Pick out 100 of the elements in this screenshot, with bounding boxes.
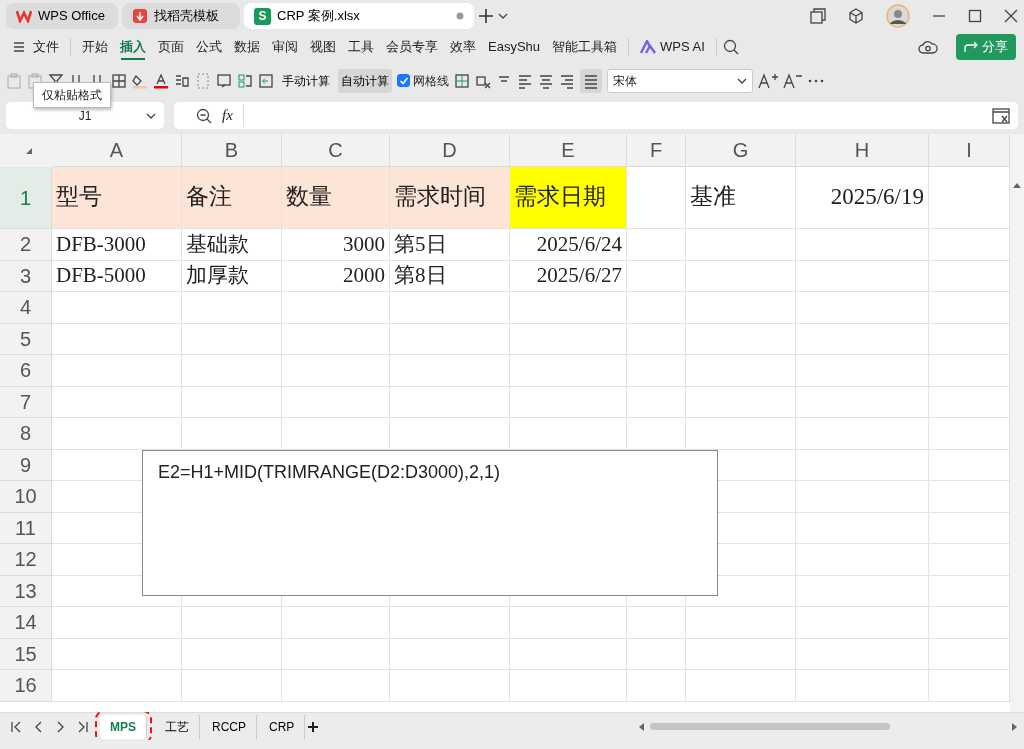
layout-icon[interactable] <box>237 72 253 89</box>
scrollbar-thumb[interactable] <box>650 723 890 730</box>
justify-button[interactable] <box>580 68 602 93</box>
row-header[interactable]: 10 <box>0 481 52 513</box>
zoom-out-icon[interactable] <box>196 107 212 124</box>
table-cell: 基础款 <box>182 229 282 261</box>
border-style-icon[interactable] <box>454 72 470 89</box>
row-header[interactable]: 5 <box>0 323 52 355</box>
plus-icon[interactable] <box>478 8 494 24</box>
row-header[interactable]: 1 <box>0 167 52 229</box>
table-cell: DFB-3000 <box>52 229 182 261</box>
empty-cell <box>627 386 686 418</box>
sheet-tab[interactable]: RCCP <box>202 714 258 739</box>
table-cell: 第8日 <box>390 260 510 292</box>
column-header[interactable]: H <box>796 134 929 167</box>
close-icon[interactable] <box>1004 9 1018 23</box>
column-header[interactable]: B <box>182 134 282 167</box>
column-header[interactable]: A <box>52 134 182 167</box>
first-sheet-icon[interactable] <box>10 719 22 734</box>
file-menu[interactable]: 文件 <box>8 33 64 61</box>
tooltip: 仅粘贴格式 <box>33 82 111 108</box>
search-icon[interactable] <box>722 39 739 55</box>
chevron-down-icon[interactable] <box>498 12 508 20</box>
wrap-row-icon[interactable] <box>216 72 232 89</box>
row-header[interactable]: 13 <box>0 575 52 607</box>
row-header[interactable]: 14 <box>0 607 52 639</box>
checkmark-icon <box>398 75 409 86</box>
menu-tab[interactable]: 公式 <box>191 33 227 61</box>
more-icon[interactable] <box>808 78 824 83</box>
calc-mode-button[interactable]: 手动计算 <box>279 68 333 93</box>
menu-tab[interactable]: 智能工具箱 <box>547 33 623 61</box>
empty-cell <box>627 323 686 355</box>
row-header[interactable]: 9 <box>0 449 52 481</box>
menu-tab[interactable]: 页面 <box>153 33 189 61</box>
copy-windows-icon[interactable] <box>810 8 826 24</box>
function-label[interactable]: fx <box>222 104 244 127</box>
column-header[interactable]: I <box>929 134 1010 167</box>
wps-ai-button[interactable]: WPS AI <box>635 33 710 61</box>
row-header[interactable]: 12 <box>0 544 52 576</box>
gridlines-checkbox[interactable]: 网格线 <box>397 71 449 90</box>
row-header[interactable]: 8 <box>0 418 52 450</box>
table-grid-icon[interactable] <box>111 72 127 89</box>
align-left-icon[interactable] <box>517 72 533 89</box>
scroll-right-icon[interactable] <box>1012 722 1018 731</box>
menu-tab[interactable]: 数据 <box>229 33 265 61</box>
row-header[interactable]: 6 <box>0 355 52 387</box>
window-tab[interactable]: S CRP 案例.xlsx <box>244 3 474 29</box>
menu-tab[interactable]: 会员专享 <box>381 33 443 61</box>
empty-cell <box>627 607 686 639</box>
menu-tab[interactable]: EasyShu <box>483 33 546 61</box>
column-header[interactable]: F <box>627 134 686 167</box>
row-header[interactable]: 3 <box>0 260 52 292</box>
maximize-icon[interactable] <box>968 9 982 23</box>
chevron-down-icon[interactable] <box>146 112 156 120</box>
empty-cell <box>627 418 686 450</box>
calc-mode-button[interactable]: 自动计算 <box>338 68 392 93</box>
window-tab[interactable]: 找稻壳模板 <box>122 3 240 29</box>
menu-tab[interactable]: 视图 <box>305 33 341 61</box>
row-header[interactable]: 11 <box>0 512 52 544</box>
row-header[interactable]: 7 <box>0 386 52 418</box>
last-sheet-icon[interactable] <box>76 719 88 734</box>
empty-cell <box>627 260 686 292</box>
row-header[interactable]: 2 <box>0 229 52 261</box>
font-color-icon[interactable] <box>153 72 169 89</box>
formula-bar[interactable]: fx <box>174 102 1018 129</box>
menu-tab[interactable]: 开始 <box>77 33 113 61</box>
exit-frame-icon[interactable] <box>258 72 274 89</box>
split-column-icon[interactable] <box>174 72 190 89</box>
menu-tab[interactable]: 插入 <box>115 33 151 61</box>
empty-cell <box>627 355 686 387</box>
align-center-icon[interactable] <box>538 72 554 89</box>
formula-expand-icon[interactable] <box>992 107 1010 124</box>
column-header[interactable]: E <box>510 134 627 167</box>
cube-icon[interactable] <box>848 8 864 24</box>
menu-tab[interactable]: 效率 <box>445 33 481 61</box>
menu-tab[interactable]: 工具 <box>343 33 379 61</box>
column-header[interactable]: D <box>390 134 510 167</box>
cloud-sync-icon[interactable] <box>918 39 938 55</box>
row-header[interactable]: 16 <box>0 670 52 702</box>
table-cell: 2000 <box>282 260 390 292</box>
share-button[interactable]: 分享 <box>956 34 1016 60</box>
font-select[interactable]: 宋体 <box>607 68 753 93</box>
scroll-left-icon[interactable] <box>638 722 644 731</box>
menu-tab[interactable]: 审阅 <box>267 33 303 61</box>
font-size-decrease-icon[interactable] <box>783 72 803 89</box>
vertical-scrollbar[interactable] <box>1010 134 1024 712</box>
sheet-tab[interactable]: CRP <box>259 714 306 739</box>
add-sheet-icon[interactable] <box>307 720 320 733</box>
avatar-icon[interactable] <box>886 4 910 28</box>
empty-cell <box>627 638 686 670</box>
row-header[interactable]: 4 <box>0 292 52 324</box>
font-size-increase-icon[interactable] <box>758 72 778 89</box>
sheet-tab[interactable]: 工艺 <box>155 714 200 739</box>
table-cell: 数量 <box>282 167 390 229</box>
table-cell: 2025/6/19 <box>796 167 929 229</box>
align-right-icon[interactable] <box>559 72 575 89</box>
column-header[interactable]: G <box>686 134 796 167</box>
row-header[interactable]: 15 <box>0 638 52 670</box>
window-tab[interactable]: WPS Office <box>6 3 118 29</box>
column-header[interactable]: C <box>282 134 390 167</box>
